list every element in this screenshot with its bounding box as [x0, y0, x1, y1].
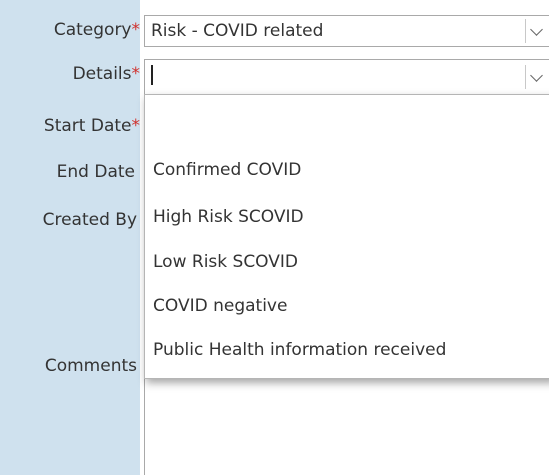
dropdown-option-confirmed-covid[interactable]: Confirmed COVID [153, 155, 301, 185]
end-date-label: End Date [56, 162, 135, 182]
category-select-value: Risk - COVID related [151, 21, 324, 41]
category-label: Category* [53, 20, 141, 40]
required-mark: * [131, 20, 141, 40]
category-select[interactable]: Risk - COVID related [144, 15, 549, 47]
required-mark: * [131, 116, 141, 136]
category-dropdown-button[interactable] [525, 19, 547, 43]
start-date-label: Start Date* [43, 116, 141, 136]
dropdown-option-covid-negative[interactable]: COVID negative [153, 291, 287, 321]
text-cursor [151, 65, 153, 85]
comments-label: Comments [44, 356, 137, 376]
details-select[interactable] [144, 59, 549, 95]
details-dropdown-button[interactable] [525, 65, 547, 89]
dropdown-option-low-risk-scovid[interactable]: Low Risk SCOVID [153, 247, 298, 277]
created-by-label: Created By [42, 210, 137, 230]
chevron-down-icon [530, 68, 543, 82]
details-label: Details* [72, 64, 141, 84]
dropdown-option-high-risk-scovid[interactable]: High Risk SCOVID [153, 202, 304, 232]
required-mark: * [131, 64, 141, 84]
comments-field[interactable] [144, 379, 549, 475]
details-dropdown-list: Confirmed COVID High Risk SCOVID Low Ris… [144, 94, 549, 379]
dropdown-option-public-health-information-received[interactable]: Public Health information received [153, 335, 446, 365]
chevron-down-icon [530, 22, 543, 36]
